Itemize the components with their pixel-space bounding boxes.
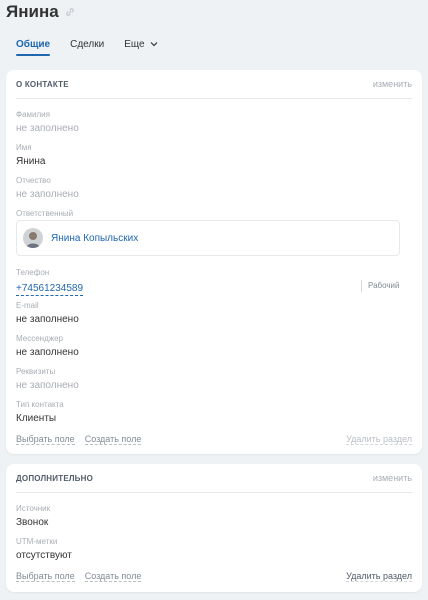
field-value[interactable]: Клиенты — [16, 412, 64, 426]
field-phone: Телефон +74561234589 — [16, 268, 84, 296]
tab-general[interactable]: Общие — [6, 28, 60, 60]
tab-bar: Общие Сделки Еще — [6, 28, 422, 60]
phone-link[interactable]: +74561234589 — [16, 283, 84, 296]
card-header: О КОНТАКТЕ изменить — [16, 70, 412, 99]
edit-link[interactable]: изменить — [373, 79, 412, 89]
card-title: ДОПОЛНИТЕЛЬНО — [16, 473, 94, 483]
field-value[interactable]: не заполнено — [16, 379, 79, 393]
about-contact-card: О КОНТАКТЕ изменить Фамилия не заполнено… — [6, 70, 422, 454]
select-field-link[interactable]: Выбрать поле — [16, 434, 75, 445]
field-label: Ответственный — [16, 209, 74, 218]
field-label: Источник — [16, 504, 51, 513]
field-middle-name: Отчество не заполнено — [16, 176, 79, 202]
field-value[interactable]: не заполнено — [16, 346, 79, 360]
phone-type: Рабочий — [361, 280, 399, 292]
field-contact-type: Тип контакта Клиенты — [16, 400, 64, 426]
tab-general-label: Общие — [16, 38, 51, 50]
field-label: Фамилия — [16, 110, 50, 119]
card-header: ДОПОЛНИТЕЛЬНО изменить — [16, 464, 412, 493]
create-field-link[interactable]: Создать поле — [84, 571, 142, 582]
field-label: UTM-метки — [16, 537, 58, 546]
field-first-name: Имя Янина — [16, 143, 45, 169]
field-value[interactable]: Янина — [16, 155, 45, 169]
create-field-link[interactable]: Создать поле — [84, 434, 142, 445]
card-title: О КОНТАКТЕ — [16, 79, 69, 89]
additional-card: ДОПОЛНИТЕЛЬНО изменить Источник Звонок U… — [6, 464, 422, 592]
card-footer: Выбрать поле Создать поле Удалить раздел — [16, 432, 412, 446]
avatar — [23, 228, 43, 248]
field-value[interactable]: не заполнено — [16, 313, 79, 327]
field-value[interactable]: не заполнено — [16, 122, 79, 136]
link-icon[interactable] — [65, 7, 75, 17]
delete-section-link[interactable]: Удалить раздел — [346, 434, 412, 445]
field-last-name: Фамилия не заполнено — [16, 110, 79, 136]
field-label: Отчество — [16, 176, 51, 185]
field-value[interactable]: отсутствуют — [16, 549, 72, 563]
tab-more-label: Еще — [124, 38, 145, 50]
edit-link[interactable]: изменить — [373, 473, 412, 483]
delete-section-link[interactable]: Удалить раздел — [346, 571, 412, 582]
tab-more[interactable]: Еще — [114, 28, 167, 60]
field-label: Имя — [16, 143, 32, 152]
card-footer: Выбрать поле Создать поле Удалить раздел — [16, 569, 412, 583]
field-messenger: Мессенджер не заполнено — [16, 334, 79, 360]
field-label: Мессенджер — [16, 334, 63, 343]
tab-deals-label: Сделки — [70, 38, 105, 50]
field-value[interactable]: не заполнено — [16, 188, 79, 202]
field-label: Телефон — [16, 268, 50, 277]
chevron-down-icon — [150, 42, 157, 47]
field-value[interactable]: Звонок — [16, 516, 50, 530]
responsible-name[interactable]: Янина Копыльских — [51, 233, 138, 244]
field-requisites: Реквизиты не заполнено — [16, 367, 79, 393]
field-label: E-mail — [16, 301, 39, 310]
field-utm: UTM-метки отсутствуют — [16, 537, 72, 563]
field-label: Реквизиты — [16, 367, 56, 376]
tab-deals[interactable]: Сделки — [60, 28, 114, 60]
page-title: Янина — [6, 2, 59, 21]
title-row: Янина — [6, 0, 75, 24]
select-field-link[interactable]: Выбрать поле — [16, 571, 75, 582]
responsible-box[interactable]: Янина Копыльских — [16, 220, 400, 256]
field-label: Тип контакта — [16, 400, 64, 409]
field-responsible: Ответственный — [16, 209, 73, 219]
field-source: Источник Звонок — [16, 504, 50, 530]
field-email: E-mail не заполнено — [16, 301, 79, 327]
